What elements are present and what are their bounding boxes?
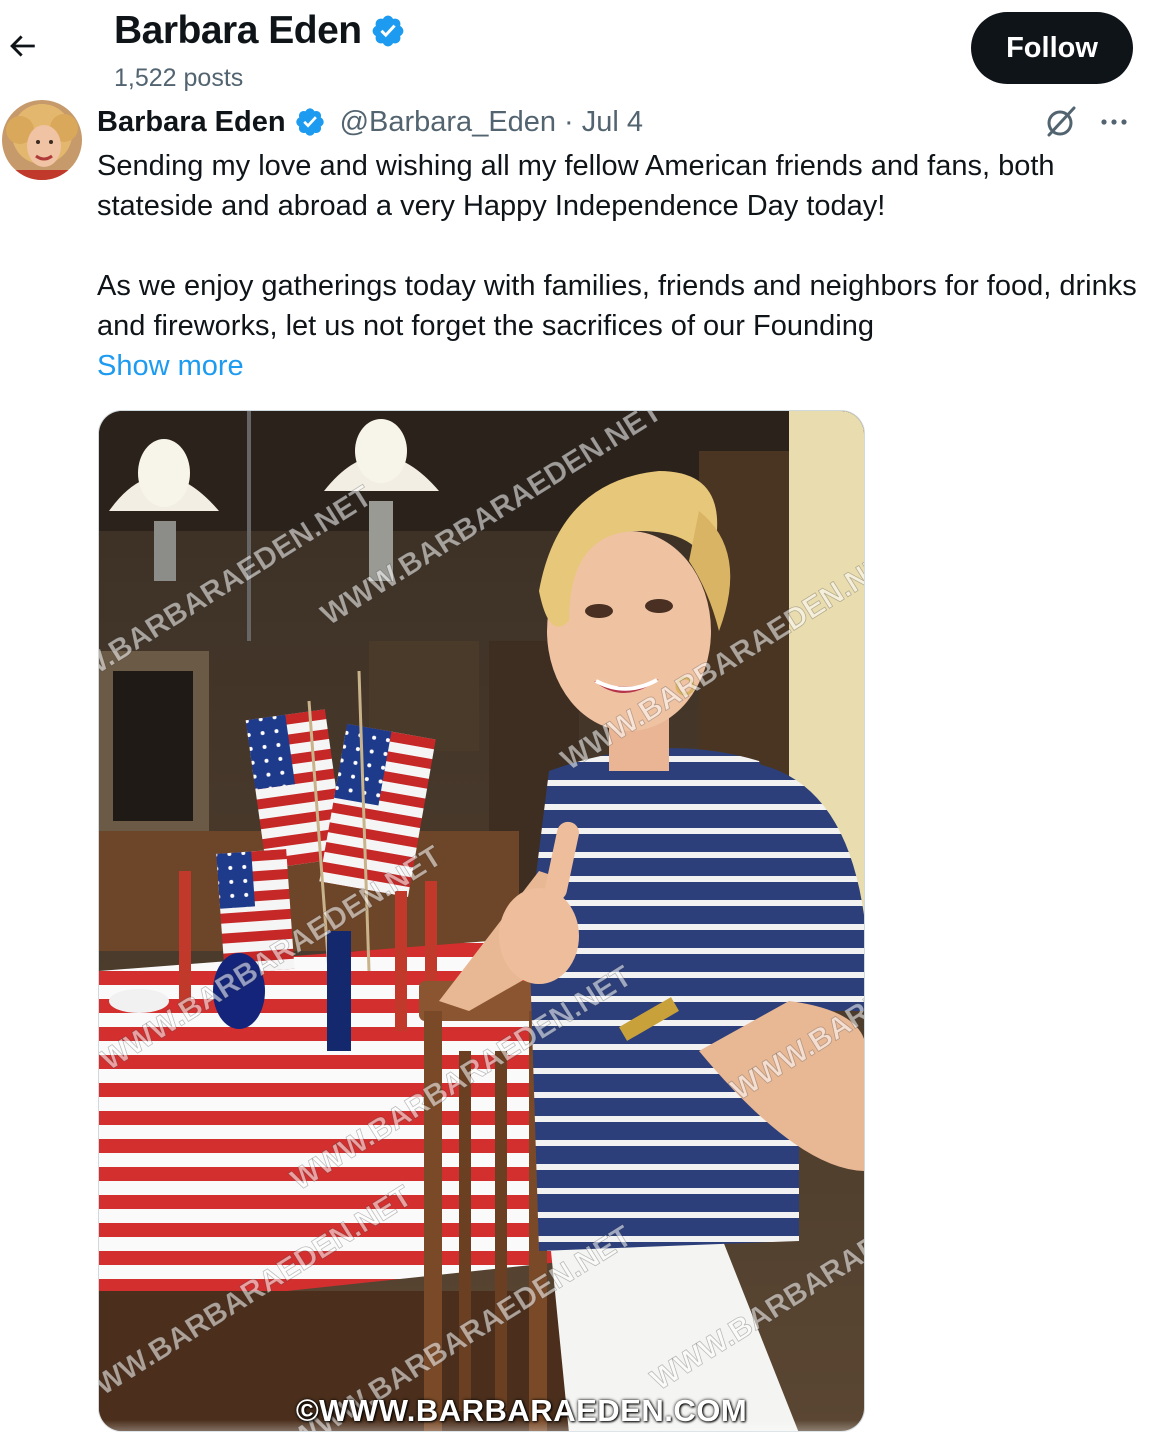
post-paragraph: As we enjoy gatherings today with famili… <box>97 270 1137 342</box>
follow-button[interactable]: Follow <box>971 12 1133 84</box>
grok-icon[interactable] <box>1043 104 1079 140</box>
bottom-fade <box>0 1420 1172 1456</box>
show-more-link[interactable]: Show more <box>97 346 244 386</box>
verified-badge-icon <box>295 108 324 136</box>
profile-header: Barbara Eden <box>114 8 406 54</box>
verified-badge-icon <box>372 15 403 47</box>
back-button[interactable] <box>2 26 42 66</box>
photo-illustration: WWW.BARBARAEDEN.NET WWW.BARBARAEDEN.NET … <box>99 411 864 1431</box>
post-photo[interactable]: WWW.BARBARAEDEN.NET WWW.BARBARAEDEN.NET … <box>98 410 865 1432</box>
author-handle[interactable]: @Barbara_Eden <box>340 102 556 142</box>
post-header: Barbara Eden @Barbara_Eden · Jul 4 <box>97 102 643 142</box>
post-paragraph: Sending my love and wishing all my fello… <box>97 150 1055 222</box>
avatar-image <box>2 100 82 180</box>
separator-dot: · <box>564 106 574 138</box>
posts-count: 1,522 posts <box>114 64 244 92</box>
post-date[interactable]: Jul 4 <box>582 102 643 142</box>
avatar[interactable] <box>2 100 82 180</box>
more-horizontal-icon[interactable] <box>1096 106 1132 138</box>
post-text: Sending my love and wishing all my fello… <box>97 146 1147 346</box>
author-name[interactable]: Barbara Eden <box>97 102 286 142</box>
profile-title: Barbara Eden <box>114 9 362 52</box>
arrow-left-icon <box>10 35 35 57</box>
